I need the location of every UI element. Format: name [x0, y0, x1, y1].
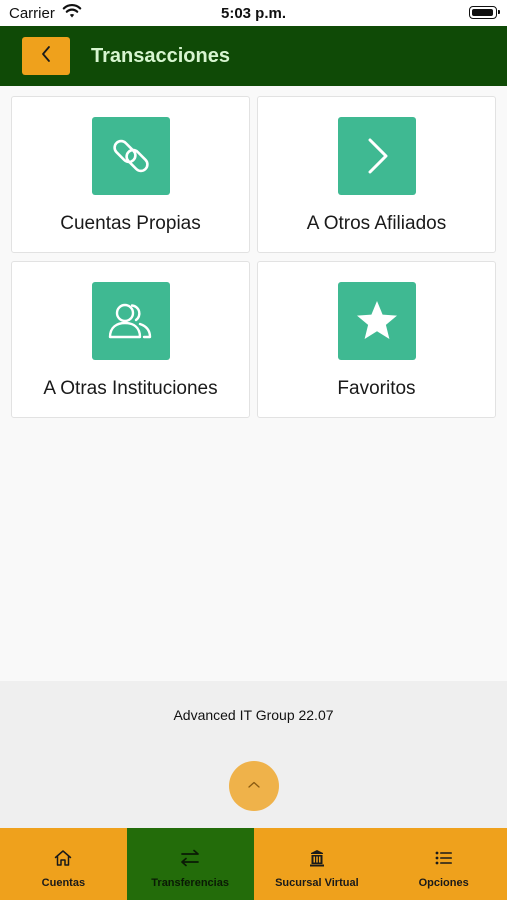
transfer-icon — [179, 848, 201, 868]
chevron-left-icon — [39, 44, 53, 69]
tab-transferencias[interactable]: Transferencias — [126, 828, 254, 900]
footer: Advanced IT Group 22.07 — [0, 681, 507, 828]
tile-label: A Otros Afiliados — [306, 213, 447, 234]
page-title: Transacciones — [91, 45, 230, 67]
link-icon — [92, 117, 170, 195]
users-icon — [92, 282, 170, 360]
status-bar: Carrier 5:03 p.m. — [0, 0, 507, 26]
tab-label: Opciones — [418, 877, 469, 889]
scroll-top-button[interactable] — [229, 761, 279, 811]
chevron-up-icon — [247, 777, 261, 795]
tab-opciones[interactable]: Opciones — [380, 828, 507, 900]
tile-label: A Otras Instituciones — [43, 378, 218, 399]
tile-otros-afiliados[interactable]: A Otros Afiliados — [257, 96, 496, 253]
tab-cuentas[interactable]: Cuentas — [0, 828, 127, 900]
star-icon — [338, 282, 416, 360]
status-time: 5:03 p.m. — [220, 5, 287, 22]
tile-label: Cuentas Propias — [60, 213, 201, 234]
battery-icon — [469, 6, 500, 19]
tile-favoritos[interactable]: Favoritos — [257, 261, 496, 418]
tab-label: Sucursal Virtual — [275, 877, 359, 889]
app-header: Transacciones — [0, 26, 507, 86]
list-icon — [435, 848, 453, 868]
bank-icon — [308, 848, 326, 868]
tab-label: Transferencias — [151, 877, 229, 889]
tab-label: Cuentas — [41, 877, 86, 889]
tile-cuentas-propias[interactable]: Cuentas Propias — [11, 96, 250, 253]
tile-otras-instituciones[interactable]: A Otras Instituciones — [11, 261, 250, 418]
tile-label: Favoritos — [337, 378, 416, 399]
chevron-right-icon — [338, 117, 416, 195]
bottom-tab-bar: Cuentas Transferencias Sucursal Virtual … — [0, 828, 507, 900]
home-icon — [53, 848, 73, 868]
tab-sucursal-virtual[interactable]: Sucursal Virtual — [253, 828, 381, 900]
version-text: Advanced IT Group 22.07 — [173, 707, 334, 723]
back-button[interactable] — [22, 37, 70, 75]
